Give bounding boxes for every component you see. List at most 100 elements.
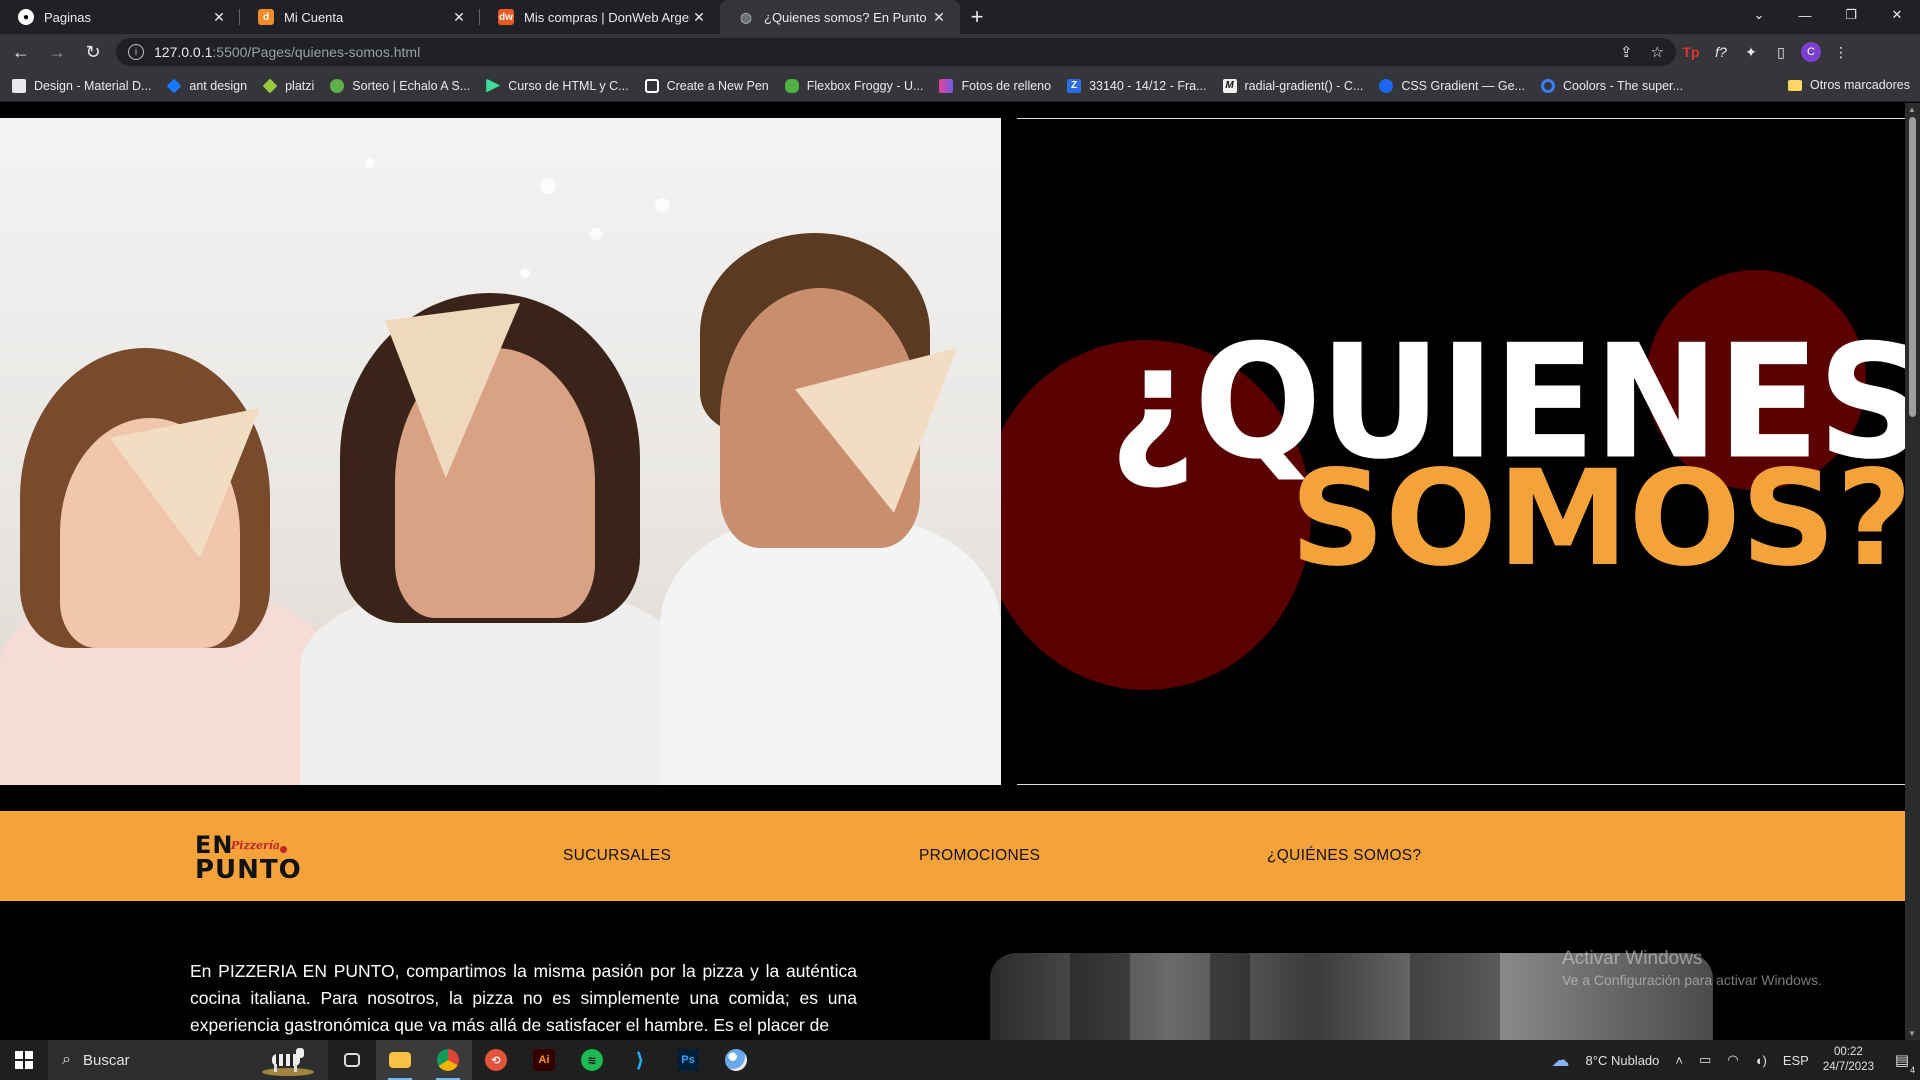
page-scrollbar[interactable]: ▲ ▼ [1905, 103, 1920, 1040]
new-tab-button[interactable]: + [960, 0, 994, 34]
hero-bottom-rule [1017, 784, 1905, 785]
close-icon[interactable]: ✕ [930, 9, 948, 26]
site-navbar: EN Pizzería PUNTO SUCURSALES PROMOCIONES… [0, 811, 1905, 901]
bookmark-icon [784, 78, 799, 93]
restore-button[interactable]: ❐ [1828, 0, 1874, 30]
weather-text[interactable]: 8°C Nublado [1586, 1053, 1660, 1068]
url-path: :5500/Pages/quienes-somos.html [212, 44, 421, 60]
photoshop-icon[interactable]: Ps [664, 1040, 712, 1080]
tab-paginas[interactable]: ● Paginas ✕ [0, 0, 240, 34]
site-info-icon[interactable]: i [128, 44, 144, 60]
tab-mis-compras[interactable]: dw Mis compras | DonWeb Argentina ✕ [480, 0, 720, 34]
about-paragraph: En PIZZERIA EN PUNTO, compartimos la mis… [190, 961, 857, 1035]
windows-start-icon[interactable] [0, 1040, 48, 1080]
bookmark-icon [486, 78, 501, 93]
meet-icon[interactable]: ▭ [1699, 1052, 1711, 1068]
close-icon[interactable]: ✕ [210, 9, 228, 26]
bookmark-item[interactable]: Mradial-gradient() - C... [1222, 78, 1363, 93]
windows-activation-watermark: Activar Windows Ve a Configuración para … [1562, 948, 1822, 988]
watermark-title: Activar Windows [1562, 948, 1703, 969]
globe-icon: ◍ [739, 8, 753, 25]
close-icon[interactable]: ✕ [450, 9, 468, 26]
task-view-icon[interactable] [328, 1040, 376, 1080]
bookmark-icon [262, 78, 278, 93]
illustrator-icon[interactable]: Ai [520, 1040, 568, 1080]
clock-time: 00:22 [1834, 1046, 1863, 1058]
tab-title: Mis compras | DonWeb Argentina [524, 9, 690, 25]
github-icon: ● [18, 9, 34, 25]
forward-arrow-icon[interactable]: → [42, 37, 72, 67]
tab-quienes-somos[interactable]: ◍ ¿Quienes somos? En Punto Pizzeria ✕ [720, 0, 960, 34]
chevron-up-icon[interactable]: ˄ [1675, 1053, 1683, 1068]
nav-link-sucursales[interactable]: SUCURSALES [563, 847, 671, 865]
nav-link-promociones[interactable]: PROMOCIONES [919, 847, 1040, 865]
bookmark-item[interactable]: platzi [262, 78, 314, 93]
taskbar-search[interactable]: ⌕ Buscar [48, 1040, 328, 1080]
vscode-icon[interactable]: ⟩ [616, 1040, 664, 1080]
close-window-button[interactable]: ✕ [1874, 0, 1920, 30]
bookmark-item[interactable]: Fotos de relleno [939, 78, 1051, 93]
bookmark-item[interactable]: Curso de HTML y C... [486, 78, 629, 93]
hero-title-panel: ¿QUIENES SOMOS? [1001, 118, 1905, 785]
bookmark-icon: M [1222, 78, 1237, 93]
other-bookmarks-label: Otros marcadores [1809, 78, 1910, 92]
logo-dot [280, 846, 287, 853]
bookmark-item[interactable]: Design - Material D... [12, 78, 152, 93]
menu-kebab-icon[interactable]: ⋮ [1826, 37, 1856, 67]
close-icon[interactable]: ✕ [690, 9, 708, 26]
zebra-icon [262, 1048, 314, 1076]
notification-count: 4 [1910, 1065, 1916, 1075]
other-bookmarks[interactable]: Otros marcadores [1787, 78, 1910, 92]
windows-taskbar: ⌕ Buscar ⟲ Ai ≋ ⟩ Ps ☁ 8°C Nublado ˄ ▭ ◠… [0, 1040, 1920, 1080]
site-logo[interactable]: EN Pizzería PUNTO [195, 831, 305, 885]
bookmark-item[interactable]: Create a New Pen [644, 78, 769, 93]
address-bar[interactable]: i 127.0.0.1:5500/Pages/quienes-somos.htm… [116, 38, 1676, 66]
notifications-icon[interactable]: ▤ 4 [1884, 1040, 1920, 1080]
bookmark-item[interactable]: Sorteo | Echalo A S... [330, 78, 471, 93]
volume-icon[interactable]: ◖) [1755, 1053, 1767, 1068]
tab-mi-cuenta[interactable]: d Mi Cuenta ✕ [240, 0, 480, 34]
side-panel-icon[interactable]: ▯ [1766, 37, 1796, 67]
bookmark-label: Flexbox Froggy - U... [806, 78, 924, 93]
folder-icon [1787, 79, 1802, 91]
share-icon[interactable]: ⇪ [1620, 43, 1633, 61]
tab-title: Paginas [44, 9, 91, 25]
bookmark-item[interactable]: Z 33140 - 14/12 - Fra... [1067, 78, 1207, 93]
scrollbar-thumb[interactable] [1909, 117, 1916, 417]
tab-search-icon[interactable]: ⌄ [1736, 0, 1782, 30]
git-client-icon[interactable]: ⟲ [472, 1040, 520, 1080]
bookmark-label: 33140 - 14/12 - Fra... [1089, 78, 1207, 93]
language-indicator[interactable]: ESP [1783, 1053, 1809, 1068]
wifi-icon[interactable]: ◠ [1727, 1052, 1738, 1068]
bookmark-label: Create a New Pen [666, 78, 769, 93]
back-arrow-icon[interactable]: ← [6, 37, 36, 67]
bookmark-icon [166, 78, 182, 93]
paint-icon[interactable] [712, 1040, 760, 1080]
bookmark-label: Sorteo | Echalo A S... [352, 78, 471, 93]
clock[interactable]: 00:22 24/7/2023 [1823, 1045, 1874, 1075]
spotify-icon[interactable]: ≋ [568, 1040, 616, 1080]
url-host: 127.0.0.1 [154, 44, 213, 60]
file-explorer-icon[interactable] [376, 1040, 424, 1080]
tab-title: ¿Quienes somos? En Punto Pizzeria [764, 9, 930, 25]
bookmark-item[interactable]: Coolors - The super... [1540, 78, 1683, 93]
extensions-puzzle-icon[interactable]: ✦ [1736, 37, 1766, 67]
weather-cloud-icon[interactable]: ☁ [1552, 1050, 1570, 1071]
bookmark-item[interactable]: ant design [166, 78, 248, 93]
bookmark-label: Design - Material D... [34, 78, 152, 93]
nav-link-quienes-somos[interactable]: ¿QUIÉNES SOMOS? [1267, 847, 1421, 865]
bookmark-item[interactable]: CSS Gradient — Ge... [1379, 78, 1525, 93]
extension-tp-icon[interactable]: Tp [1676, 37, 1706, 67]
bookmark-label: Curso de HTML y C... [508, 78, 629, 93]
minimize-button[interactable]: — [1782, 0, 1828, 30]
profile-avatar[interactable]: C [1796, 37, 1826, 67]
chrome-icon[interactable] [424, 1040, 472, 1080]
logo-script: Pizzería [231, 839, 281, 852]
bookmark-icon [644, 78, 659, 93]
bookmarks-bar: Design - Material D... ant design platzi… [0, 70, 1920, 102]
bookmark-label: ant design [189, 78, 248, 93]
bookmark-star-icon[interactable]: ☆ [1651, 43, 1664, 61]
bookmark-item[interactable]: Flexbox Froggy - U... [784, 78, 924, 93]
reload-icon[interactable]: ↻ [78, 37, 108, 67]
extension-font-icon[interactable]: f? [1706, 37, 1736, 67]
